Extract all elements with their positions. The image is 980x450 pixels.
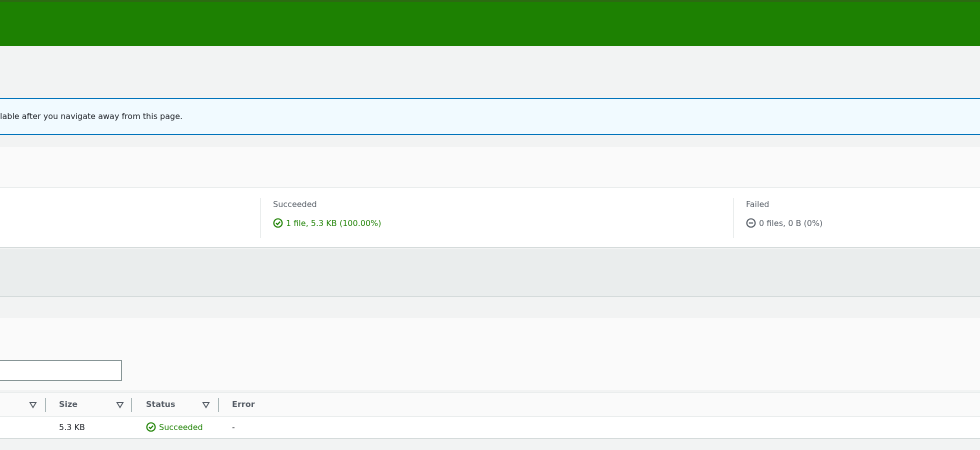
file-status-text: Succeeded — [159, 422, 203, 432]
failed-stat: Failed 0 files, 0 B (0%) — [746, 200, 823, 228]
failed-label: Failed — [746, 200, 770, 209]
info-banner: lable after you navigate away from this … — [0, 98, 980, 135]
sort-down-icon[interactable] — [29, 401, 37, 409]
failed-value-row: 0 files, 0 B (0%) — [746, 218, 823, 228]
summary-header — [0, 147, 980, 188]
minus-circle-icon — [746, 218, 756, 228]
success-flash-bar — [0, 0, 980, 46]
check-circle-icon — [146, 422, 156, 432]
succeeded-stat: Succeeded 1 file, 5.3 KB (100.00%) — [273, 200, 381, 228]
sort-down-icon[interactable] — [116, 401, 124, 409]
upload-status-page: lable after you navigate away from this … — [0, 0, 980, 450]
files-header — [0, 318, 980, 390]
files-table-header: Size Status Error — [0, 392, 980, 417]
info-banner-text: lable after you navigate away from this … — [0, 112, 183, 121]
file-error-cell: - — [232, 423, 235, 432]
succeeded-label: Succeeded — [273, 200, 317, 209]
section-divider-band — [0, 249, 980, 297]
file-size-cell: 5.3 KB — [59, 423, 85, 432]
column-header-size[interactable]: Size — [59, 400, 78, 409]
sort-down-icon[interactable] — [202, 401, 210, 409]
column-separator[interactable] — [131, 398, 132, 412]
summary-panel: Succeeded 1 file, 5.3 KB (100.00%) Faile… — [0, 188, 980, 248]
column-separator[interactable] — [45, 398, 46, 412]
column-header-error[interactable]: Error — [232, 400, 255, 409]
failed-value: 0 files, 0 B (0%) — [759, 218, 823, 228]
table-row: 5.3 KB Succeeded - — [0, 417, 980, 439]
filter-input[interactable] — [0, 360, 122, 381]
succeeded-value-row: 1 file, 5.3 KB (100.00%) — [273, 218, 381, 228]
summary-divider — [260, 198, 261, 238]
check-circle-icon — [273, 218, 283, 228]
succeeded-value: 1 file, 5.3 KB (100.00%) — [286, 218, 382, 228]
column-header-status[interactable]: Status — [146, 400, 175, 409]
file-status-cell: Succeeded — [146, 422, 203, 432]
summary-divider — [733, 198, 734, 238]
column-separator[interactable] — [218, 398, 219, 412]
